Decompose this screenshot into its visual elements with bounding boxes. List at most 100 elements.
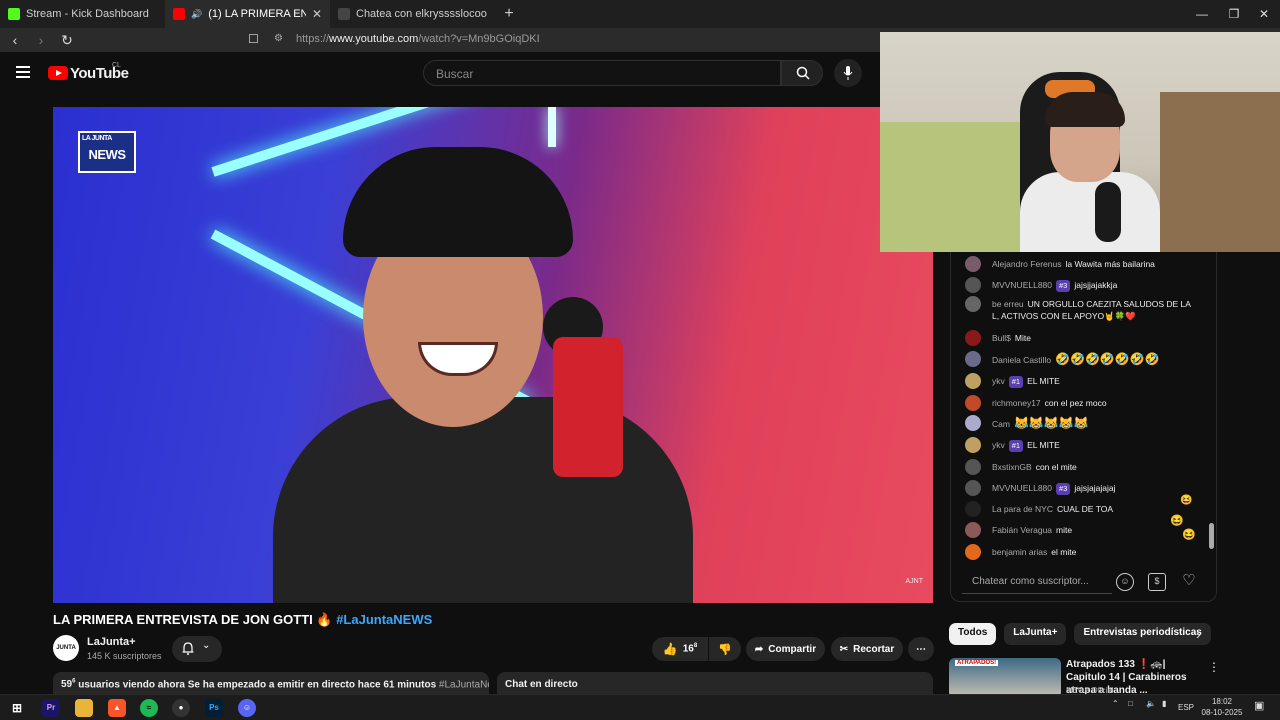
- chat-avatar[interactable]: [965, 256, 981, 272]
- brave-icon[interactable]: ▲: [108, 699, 126, 717]
- channel-avatar[interactable]: JUNTA: [53, 635, 79, 661]
- tray-chevron-icon[interactable]: ⌃: [1112, 699, 1119, 708]
- hamburger-menu-icon[interactable]: [16, 66, 30, 78]
- close-tab-icon[interactable]: ✕: [312, 7, 322, 21]
- chat-message-body: ykv #1 EL MITE: [992, 439, 1197, 452]
- emoji-icon[interactable]: ☺: [1116, 573, 1134, 591]
- chat-avatar[interactable]: [965, 395, 981, 411]
- thumbnail-tag: ATRAPADOS!: [955, 660, 999, 666]
- clip-button[interactable]: ✂ Recortar: [831, 637, 903, 661]
- chat-avatar[interactable]: [965, 522, 981, 538]
- tab-label: (1) LA PRIMERA ENTREVISTA: [208, 8, 306, 20]
- chevron-right-icon[interactable]: ›: [1196, 626, 1201, 642]
- voice-search-button[interactable]: [834, 59, 862, 87]
- more-vertical-icon[interactable]: ⋮: [1208, 660, 1220, 674]
- premiere-icon[interactable]: Pr: [42, 699, 60, 717]
- clock-date[interactable]: 08-10-2025: [1198, 708, 1246, 717]
- discord-icon[interactable]: ☺: [238, 699, 256, 717]
- chip-lajunta[interactable]: LaJunta+: [1004, 623, 1067, 645]
- chat-author[interactable]: benjamin arias: [992, 547, 1047, 557]
- like-button[interactable]: 👍 168: [652, 637, 708, 661]
- super-chat-icon[interactable]: $: [1148, 573, 1166, 591]
- tab-youtube[interactable]: 🔊 (1) LA PRIMERA ENTREVISTA ✕: [165, 0, 330, 28]
- info-hashtags: #LaJuntaNews #: [438, 679, 489, 691]
- chat-text: CUAL DE TOA: [1056, 504, 1114, 514]
- chat-author[interactable]: be erreu: [992, 299, 1024, 309]
- chat-text: Mite: [1014, 333, 1031, 343]
- site-info-icon[interactable]: ⚙: [274, 33, 283, 44]
- chat-avatar[interactable]: [965, 415, 981, 431]
- chat-author[interactable]: Bull$: [992, 333, 1011, 343]
- bookmark-icon[interactable]: ☐: [248, 32, 259, 46]
- back-icon[interactable]: ‹: [4, 32, 26, 48]
- share-button[interactable]: ➦ Compartir: [746, 637, 825, 661]
- reload-icon[interactable]: ↻: [56, 32, 78, 49]
- chat-text: EL MITE: [1027, 440, 1060, 450]
- photoshop-icon[interactable]: Ps: [205, 699, 223, 717]
- obs-icon[interactable]: ●: [172, 699, 190, 717]
- notification-bell-button[interactable]: ⌄: [172, 636, 222, 662]
- chat-input[interactable]: Chatear como suscriptor...: [962, 570, 1112, 594]
- forward-icon[interactable]: ›: [30, 32, 52, 48]
- chat-author[interactable]: MVVNUELL880: [992, 280, 1052, 290]
- youtube-icon: [173, 8, 185, 20]
- chat-avatar[interactable]: [965, 437, 981, 453]
- dislike-button[interactable]: 👎: [709, 637, 741, 661]
- more-actions-button[interactable]: ⋯: [908, 637, 934, 661]
- chat-author[interactable]: richmoney17: [992, 398, 1041, 408]
- restore-icon[interactable]: ❐: [1218, 0, 1250, 28]
- speaker-icon[interactable]: 🔊: [191, 9, 202, 20]
- chip-all[interactable]: Todos: [949, 623, 997, 645]
- chat-author[interactable]: Cam: [992, 419, 1010, 429]
- chat-author[interactable]: Alejandro Ferenus: [992, 259, 1061, 269]
- chat-avatar[interactable]: [965, 459, 981, 475]
- chat-avatar[interactable]: [965, 296, 981, 312]
- minimize-icon[interactable]: —: [1186, 0, 1218, 28]
- chat-avatar[interactable]: [965, 480, 981, 496]
- new-tab-button[interactable]: +: [495, 5, 523, 23]
- spotify-icon[interactable]: ≈: [140, 699, 158, 717]
- tab-label: Stream - Kick Dashboard: [26, 8, 149, 20]
- chat-author[interactable]: MVVNUELL880: [992, 483, 1052, 493]
- tab-kick-dashboard[interactable]: Stream - Kick Dashboard: [0, 0, 165, 28]
- channel-name[interactable]: LaJunta+: [87, 636, 136, 648]
- chat-author[interactable]: ykv: [992, 440, 1005, 450]
- studio-mic: [553, 337, 623, 477]
- chat-avatar[interactable]: [965, 501, 981, 517]
- speaker-icon[interactable]: 🔈: [1146, 699, 1156, 708]
- chat-message-body: MVVNUELL880 #3 jajsjajajajaj: [992, 482, 1197, 495]
- chat-author[interactable]: La para de NYC: [992, 504, 1053, 514]
- chat-author[interactable]: Daniela Castillo: [992, 355, 1051, 365]
- heart-icon[interactable]: ♡: [1180, 573, 1198, 591]
- close-window-icon[interactable]: ✕: [1248, 0, 1280, 28]
- url-field[interactable]: https://www.youtube.com/watch?v=Mn9bGOiq…: [296, 33, 540, 45]
- windows-start-icon[interactable]: ⊞: [8, 699, 26, 717]
- chat-avatar[interactable]: [965, 351, 981, 367]
- chat-author[interactable]: ykv: [992, 376, 1005, 386]
- recommended-thumbnail[interactable]: ATRAPADOS!: [949, 658, 1061, 698]
- chip-interviews[interactable]: Entrevistas periodísticas: [1074, 623, 1211, 645]
- video-watermark: AJNT: [905, 578, 924, 585]
- notification-icon[interactable]: ▣: [1254, 699, 1264, 712]
- chat-avatar[interactable]: [965, 277, 981, 293]
- url-prefix: https://: [296, 33, 330, 45]
- clock-time[interactable]: 18:02: [1206, 697, 1238, 706]
- network-icon[interactable]: □: [1128, 699, 1133, 708]
- chat-text: jajsjajajajaj: [1074, 483, 1116, 493]
- chat-avatar[interactable]: [965, 373, 981, 389]
- video-player[interactable]: LA JUNTA NEWS AJNT: [53, 107, 933, 603]
- chat-text: la Wawita más bailarina: [1065, 259, 1155, 269]
- chat-avatar[interactable]: [965, 330, 981, 346]
- chat-scrollbar[interactable]: [1209, 523, 1214, 549]
- language-indicator[interactable]: ESP: [1178, 703, 1194, 712]
- tab-character-chat[interactable]: Chatea con elkryssssloco​oo | characte: [330, 0, 495, 28]
- search-input[interactable]: Buscar: [423, 60, 781, 86]
- youtube-logo-icon[interactable]: [48, 66, 68, 80]
- search-button[interactable]: [781, 60, 823, 86]
- chat-author[interactable]: Fabián Veragua: [992, 525, 1052, 535]
- file-explorer-icon[interactable]: [75, 699, 93, 717]
- chat-author[interactable]: BxstixnGB: [992, 462, 1032, 472]
- chat-avatar[interactable]: [965, 544, 981, 560]
- video-title-hashtag[interactable]: #LaJuntaNEWS: [336, 612, 432, 627]
- mic-tray-icon[interactable]: ▮: [1162, 699, 1166, 708]
